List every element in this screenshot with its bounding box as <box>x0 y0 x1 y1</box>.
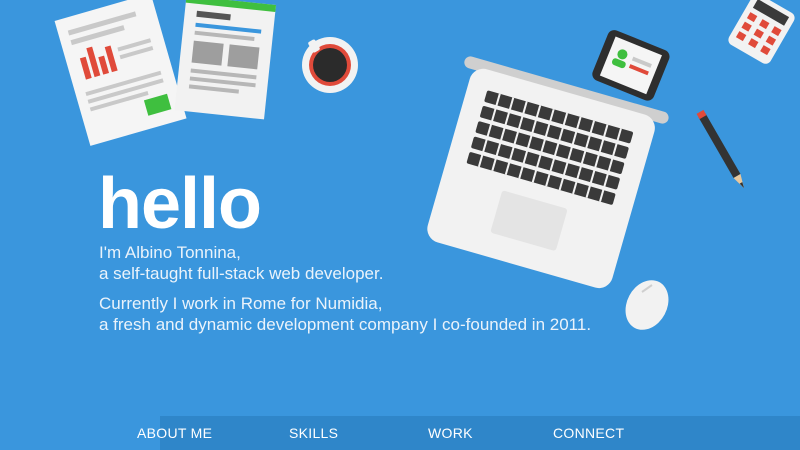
bio-text: I'm Albino Tonnina, a self-taught full-s… <box>99 242 591 344</box>
intro-line-1: I'm Albino Tonnina, <box>99 243 241 262</box>
nav-bar <box>160 416 800 450</box>
nav-connect[interactable]: CONNECT <box>553 425 624 441</box>
intro-paragraph: I'm Albino Tonnina, a self-taught full-s… <box>99 242 591 284</box>
documents-icon <box>54 0 277 146</box>
intro-line-2: a self-taught full-stack web developer. <box>99 264 384 283</box>
phone-icon <box>592 30 670 101</box>
coffee-cup-icon <box>302 37 358 93</box>
work-paragraph: Currently I work in Rome for Numidia, a … <box>99 293 591 335</box>
nav-work[interactable]: WORK <box>428 425 473 441</box>
work-line-2: a fresh and dynamic development company … <box>99 315 592 334</box>
nav-about-me[interactable]: ABOUT ME <box>137 425 212 441</box>
work-line-1: Currently I work in Rome for Numidia, <box>99 294 383 313</box>
hero-title: hello <box>98 164 262 244</box>
pencil-icon <box>696 109 744 189</box>
mouse-icon <box>625 280 669 330</box>
calculator-icon <box>728 0 795 64</box>
nav-skills[interactable]: SKILLS <box>289 425 338 441</box>
